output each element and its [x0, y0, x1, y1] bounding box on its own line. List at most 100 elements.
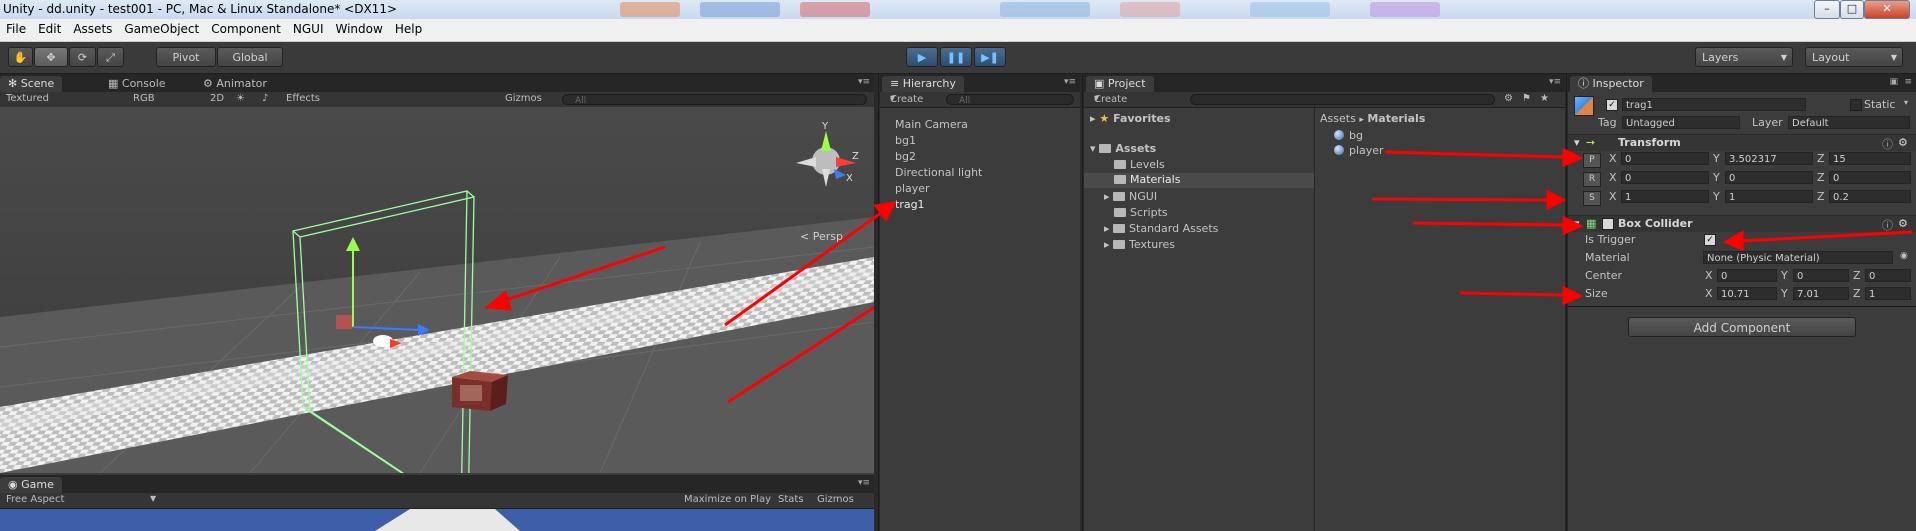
scale-x-field[interactable]: 1 — [1621, 190, 1709, 203]
box-collider-header[interactable]: ▾ ▦ ✓ Box Collider ⓘ ⚙ — [1568, 215, 1916, 232]
menu-gameobject[interactable]: GameObject — [118, 19, 205, 36]
breadcrumb-materials[interactable]: Materials — [1367, 112, 1425, 125]
light-icon[interactable]: ☀ — [236, 93, 245, 104]
folder-scripts[interactable]: Scripts — [1114, 206, 1168, 219]
asset-player[interactable]: player — [1334, 144, 1384, 157]
scale-z-field[interactable]: 0.2 — [1829, 190, 1911, 203]
menu-component[interactable]: Component — [205, 19, 287, 36]
star-icon[interactable]: ★ — [1540, 93, 1549, 104]
gizmos-dropdown[interactable]: Gizmos — [505, 93, 542, 104]
active-checkbox[interactable]: ✓ — [1606, 99, 1618, 111]
menu-assets[interactable]: Assets — [67, 19, 118, 36]
scale-y-field[interactable]: 1 — [1725, 190, 1813, 203]
play-button[interactable]: ▶ — [906, 47, 938, 67]
assets-node[interactable]: ▾ Assets — [1090, 142, 1156, 155]
project-search-input[interactable] — [1190, 94, 1495, 105]
menu-window[interactable]: Window — [330, 19, 389, 36]
menu-file[interactable]: File — [0, 19, 32, 36]
scale-tool-button[interactable]: ⤢ — [97, 47, 124, 67]
panel-menu-icon[interactable]: ▾≡ — [858, 77, 870, 87]
add-component-button[interactable]: Add Component — [1628, 317, 1856, 337]
color-mode-dropdown[interactable]: RGB — [133, 93, 155, 104]
folder-standard-assets[interactable]: ▸ Standard Assets — [1104, 222, 1218, 235]
hierarchy-create-dropdown[interactable]: Create ▾ — [890, 93, 923, 105]
rotation-reset-button[interactable]: R — [1583, 172, 1601, 187]
render-mode-dropdown[interactable]: Textured — [6, 93, 49, 104]
center-z-field[interactable]: 0 — [1865, 269, 1911, 282]
gear-icon[interactable]: ⚙ — [1898, 217, 1908, 230]
static-dropdown[interactable]: ▾ — [1904, 98, 1908, 107]
tag-icon[interactable]: ⚑ — [1522, 93, 1531, 104]
persp-label[interactable]: < Persp — [800, 230, 843, 243]
object-name-field[interactable]: trag1 — [1622, 98, 1806, 111]
hierarchy-item-bg1[interactable]: bg1 — [895, 134, 916, 147]
tab-inspector[interactable]: ⓘ Inspector — [1570, 76, 1652, 92]
size-z-field[interactable]: 1 — [1865, 287, 1911, 300]
scene-search-input[interactable]: All — [562, 94, 867, 106]
filter-icon[interactable]: ⚙ — [1504, 93, 1513, 104]
collider-enabled-checkbox[interactable]: ✓ — [1602, 218, 1614, 230]
help-icon[interactable]: ⓘ — [1882, 217, 1893, 233]
twod-toggle[interactable]: 2D — [210, 93, 224, 104]
maximize-button[interactable]: □ — [1840, 0, 1864, 19]
rotation-x-field[interactable]: 0 — [1621, 171, 1709, 184]
close-button[interactable]: ✕ — [1864, 0, 1910, 19]
object-picker-icon[interactable]: ◉ — [1900, 251, 1908, 261]
pivot-button[interactable]: Pivot — [156, 47, 216, 67]
tab-animator[interactable]: ⚙ Animator — [195, 76, 275, 92]
minimize-button[interactable]: – — [1814, 0, 1840, 19]
move-tool-button[interactable]: ✥ — [34, 47, 68, 67]
menu-ngui[interactable]: NGUI — [287, 19, 330, 36]
center-y-field[interactable]: 0 — [1793, 269, 1849, 282]
game-view[interactable] — [0, 509, 874, 531]
menu-edit[interactable]: Edit — [32, 19, 67, 36]
folder-materials[interactable]: Materials — [1084, 173, 1314, 188]
position-z-field[interactable]: 15 — [1829, 152, 1911, 165]
scene-viewport[interactable]: Y Z X < Persp — [0, 107, 874, 473]
panel-menu-icon[interactable]: ≡ — [1904, 77, 1912, 87]
panel-menu-icon[interactable]: ▾≡ — [858, 478, 870, 488]
scale-reset-button[interactable]: S — [1583, 191, 1601, 206]
position-x-field[interactable]: 0 — [1621, 152, 1709, 165]
maximize-on-play-toggle[interactable]: Maximize on Play — [684, 494, 771, 505]
folder-textures[interactable]: ▸ Textures — [1104, 238, 1175, 251]
hand-tool-button[interactable]: ✋ — [8, 47, 33, 67]
folder-levels[interactable]: Levels — [1114, 158, 1165, 171]
hierarchy-item-directional-light[interactable]: Directional light — [895, 166, 982, 179]
layer-dropdown[interactable]: Default — [1788, 116, 1910, 129]
position-reset-button[interactable]: P — [1583, 153, 1601, 168]
position-y-field[interactable]: 3.502317 — [1725, 152, 1813, 165]
asset-bg[interactable]: bg — [1334, 129, 1363, 142]
transform-header[interactable]: ▾ ➙ Transform ⓘ ⚙ — [1568, 134, 1916, 151]
aspect-dropdown[interactable]: Free Aspect — [6, 494, 64, 505]
hierarchy-item-player[interactable]: player — [895, 182, 930, 195]
stats-toggle[interactable]: Stats — [778, 494, 804, 505]
rotate-tool-button[interactable]: ⟳ — [69, 47, 96, 67]
audio-icon[interactable]: ♪ — [262, 93, 268, 104]
step-button[interactable]: ▶❚ — [974, 47, 1006, 67]
hierarchy-item-bg2[interactable]: bg2 — [895, 150, 916, 163]
hierarchy-item-trag1[interactable]: trag1 — [895, 198, 925, 211]
game-gizmos-dropdown[interactable]: Gizmos — [817, 494, 854, 505]
hierarchy-item-main-camera[interactable]: Main Camera — [895, 118, 968, 131]
tab-project[interactable]: ▣ Project — [1086, 76, 1154, 92]
rotation-y-field[interactable]: 0 — [1725, 171, 1813, 184]
pause-button[interactable]: ❚❚ — [940, 47, 972, 67]
hierarchy-search-input[interactable]: All — [946, 94, 1074, 106]
global-button[interactable]: Global — [217, 47, 283, 67]
tab-game[interactable]: ◉ Game — [0, 477, 62, 493]
tag-dropdown[interactable]: Untagged — [1622, 116, 1740, 129]
menu-help[interactable]: Help — [389, 19, 428, 36]
rotation-z-field[interactable]: 0 — [1829, 171, 1911, 184]
panel-menu-icon[interactable]: ▾≡ — [1549, 77, 1561, 87]
size-x-field[interactable]: 10.71 — [1717, 287, 1777, 300]
panel-menu-icon[interactable]: ▾≡ — [1064, 77, 1076, 87]
project-create-dropdown[interactable]: Create ▾ — [1094, 93, 1127, 105]
material-field[interactable]: None (Physic Material) — [1703, 251, 1893, 264]
help-icon[interactable]: ⓘ — [1882, 136, 1893, 152]
tab-console[interactable]: ▦ Console — [100, 76, 174, 92]
tab-hierarchy[interactable]: ≡ Hierarchy — [882, 76, 964, 92]
layers-dropdown[interactable]: Layers ▼ — [1695, 47, 1793, 67]
center-x-field[interactable]: 0 — [1717, 269, 1777, 282]
folder-ngui[interactable]: ▸ NGUI — [1104, 190, 1157, 203]
